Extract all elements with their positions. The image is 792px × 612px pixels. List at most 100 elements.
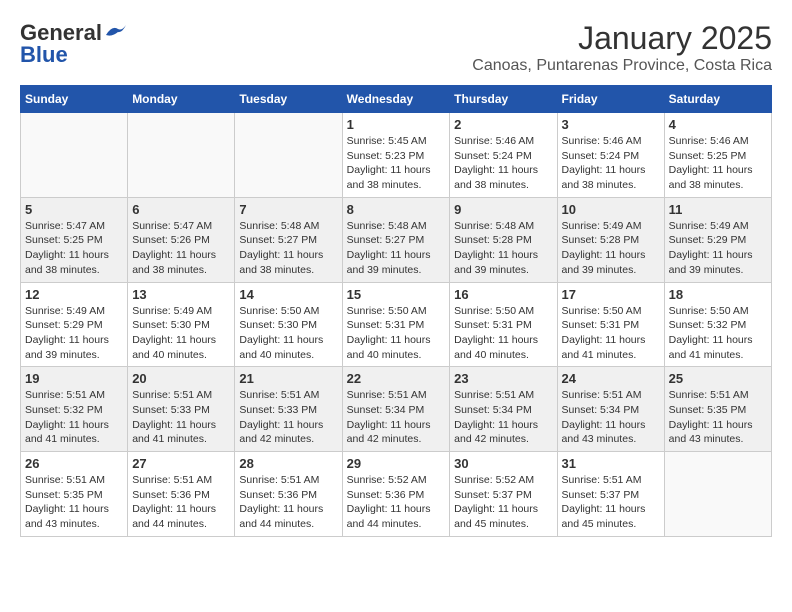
calendar-cell: 19 Sunrise: 5:51 AMSunset: 5:32 PMDayligh… xyxy=(21,367,128,452)
day-number: 21 xyxy=(239,371,337,386)
day-info: Sunrise: 5:46 AMSunset: 5:24 PMDaylight:… xyxy=(454,134,552,193)
calendar-cell: 29 Sunrise: 5:52 AMSunset: 5:36 PMDayligh… xyxy=(342,452,450,537)
day-number: 3 xyxy=(562,117,660,132)
calendar-cell: 11 Sunrise: 5:49 AMSunset: 5:29 PMDayligh… xyxy=(664,197,771,282)
day-info: Sunrise: 5:48 AMSunset: 5:27 PMDaylight:… xyxy=(239,219,337,278)
weekday-header-wednesday: Wednesday xyxy=(342,86,450,113)
weekday-header-thursday: Thursday xyxy=(450,86,557,113)
calendar-cell xyxy=(235,113,342,198)
day-info: Sunrise: 5:48 AMSunset: 5:27 PMDaylight:… xyxy=(347,219,446,278)
day-number: 5 xyxy=(25,202,123,217)
calendar-cell: 23Sunrise: 5:51 AMSunset: 5:34 PMDayligh… xyxy=(450,367,557,452)
day-info: Sunrise: 5:51 AMSunset: 5:32 PMDaylight:… xyxy=(25,388,123,447)
day-number: 26 xyxy=(25,456,123,471)
day-info: Sunrise: 5:50 AMSunset: 5:32 PMDaylight:… xyxy=(669,304,767,363)
calendar-cell xyxy=(664,452,771,537)
day-info: Sunrise: 5:49 AMSunset: 5:29 PMDaylight:… xyxy=(669,219,767,278)
weekday-header-saturday: Saturday xyxy=(664,86,771,113)
calendar-cell: 13Sunrise: 5:49 AMSunset: 5:30 PMDayligh… xyxy=(128,282,235,367)
calendar-cell: 18 Sunrise: 5:50 AMSunset: 5:32 PMDayligh… xyxy=(664,282,771,367)
day-info: Sunrise: 5:51 AMSunset: 5:36 PMDaylight:… xyxy=(132,473,230,532)
day-number: 17 xyxy=(562,287,660,302)
calendar-week-row: 12Sunrise: 5:49 AMSunset: 5:29 PMDayligh… xyxy=(21,282,772,367)
calendar-cell: 27 Sunrise: 5:51 AMSunset: 5:36 PMDayligh… xyxy=(128,452,235,537)
day-number: 18 xyxy=(669,287,767,302)
day-info: Sunrise: 5:50 AMSunset: 5:31 PMDaylight:… xyxy=(454,304,552,363)
logo-blue: Blue xyxy=(20,42,68,68)
weekday-header-row: SundayMondayTuesdayWednesdayThursdayFrid… xyxy=(21,86,772,113)
day-number: 20 xyxy=(132,371,230,386)
day-info: Sunrise: 5:51 AMSunset: 5:35 PMDaylight:… xyxy=(25,473,123,532)
day-info: Sunrise: 5:51 AMSunset: 5:33 PMDaylight:… xyxy=(132,388,230,447)
calendar-cell: 15Sunrise: 5:50 AMSunset: 5:31 PMDayligh… xyxy=(342,282,450,367)
day-info: Sunrise: 5:51 AMSunset: 5:37 PMDaylight:… xyxy=(562,473,660,532)
day-info: Sunrise: 5:45 AMSunset: 5:23 PMDaylight:… xyxy=(347,134,446,193)
day-info: Sunrise: 5:50 AMSunset: 5:30 PMDaylight:… xyxy=(239,304,337,363)
calendar-cell xyxy=(128,113,235,198)
day-number: 8 xyxy=(347,202,446,217)
day-number: 31 xyxy=(562,456,660,471)
weekday-header-monday: Monday xyxy=(128,86,235,113)
day-info: Sunrise: 5:51 AMSunset: 5:34 PMDaylight:… xyxy=(562,388,660,447)
day-info: Sunrise: 5:51 AMSunset: 5:35 PMDaylight:… xyxy=(669,388,767,447)
calendar-week-row: 26 Sunrise: 5:51 AMSunset: 5:35 PMDayligh… xyxy=(21,452,772,537)
calendar-cell: 24 Sunrise: 5:51 AMSunset: 5:34 PMDayligh… xyxy=(557,367,664,452)
day-number: 11 xyxy=(669,202,767,217)
day-number: 9 xyxy=(454,202,552,217)
calendar-cell: 17 Sunrise: 5:50 AMSunset: 5:31 PMDayligh… xyxy=(557,282,664,367)
day-info: Sunrise: 5:48 AMSunset: 5:28 PMDaylight:… xyxy=(454,219,552,278)
calendar-cell: 1Sunrise: 5:45 AMSunset: 5:23 PMDaylight… xyxy=(342,113,450,198)
calendar-table: SundayMondayTuesdayWednesdayThursdayFrid… xyxy=(20,85,772,537)
day-number: 7 xyxy=(239,202,337,217)
calendar-cell: 20 Sunrise: 5:51 AMSunset: 5:33 PMDayligh… xyxy=(128,367,235,452)
calendar-cell: 21 Sunrise: 5:51 AMSunset: 5:33 PMDayligh… xyxy=(235,367,342,452)
day-number: 19 xyxy=(25,371,123,386)
calendar-cell: 3Sunrise: 5:46 AMSunset: 5:24 PMDaylight… xyxy=(557,113,664,198)
calendar-title: January 2025 xyxy=(472,20,772,57)
calendar-cell: 7 Sunrise: 5:48 AMSunset: 5:27 PMDaylight… xyxy=(235,197,342,282)
day-info: Sunrise: 5:52 AMSunset: 5:36 PMDaylight:… xyxy=(347,473,446,532)
calendar-week-row: 1Sunrise: 5:45 AMSunset: 5:23 PMDaylight… xyxy=(21,113,772,198)
calendar-cell: 6Sunrise: 5:47 AMSunset: 5:26 PMDaylight… xyxy=(128,197,235,282)
day-number: 30 xyxy=(454,456,552,471)
day-number: 4 xyxy=(669,117,767,132)
day-number: 12 xyxy=(25,287,123,302)
day-number: 24 xyxy=(562,371,660,386)
day-number: 28 xyxy=(239,456,337,471)
day-number: 27 xyxy=(132,456,230,471)
calendar-cell: 25 Sunrise: 5:51 AMSunset: 5:35 PMDayligh… xyxy=(664,367,771,452)
calendar-subtitle: Canoas, Puntarenas Province, Costa Rica xyxy=(472,57,772,75)
day-number: 25 xyxy=(669,371,767,386)
day-number: 6 xyxy=(132,202,230,217)
day-number: 15 xyxy=(347,287,446,302)
day-number: 2 xyxy=(454,117,552,132)
day-number: 10 xyxy=(562,202,660,217)
calendar-cell: 12Sunrise: 5:49 AMSunset: 5:29 PMDayligh… xyxy=(21,282,128,367)
calendar-cell: 26 Sunrise: 5:51 AMSunset: 5:35 PMDayligh… xyxy=(21,452,128,537)
weekday-header-sunday: Sunday xyxy=(21,86,128,113)
logo: General Blue xyxy=(20,20,126,68)
page-header: General Blue January 2025 Canoas, Puntar… xyxy=(20,20,772,75)
day-info: Sunrise: 5:51 AMSunset: 5:34 PMDaylight:… xyxy=(347,388,446,447)
calendar-cell xyxy=(21,113,128,198)
day-number: 29 xyxy=(347,456,446,471)
logo-bird-icon xyxy=(104,23,126,39)
calendar-cell: 8 Sunrise: 5:48 AMSunset: 5:27 PMDaylight… xyxy=(342,197,450,282)
day-number: 14 xyxy=(239,287,337,302)
day-info: Sunrise: 5:50 AMSunset: 5:31 PMDaylight:… xyxy=(562,304,660,363)
day-info: Sunrise: 5:47 AMSunset: 5:25 PMDaylight:… xyxy=(25,219,123,278)
calendar-cell: 9 Sunrise: 5:48 AMSunset: 5:28 PMDaylight… xyxy=(450,197,557,282)
day-info: Sunrise: 5:49 AMSunset: 5:28 PMDaylight:… xyxy=(562,219,660,278)
calendar-cell: 22Sunrise: 5:51 AMSunset: 5:34 PMDayligh… xyxy=(342,367,450,452)
calendar-cell: 28Sunrise: 5:51 AMSunset: 5:36 PMDayligh… xyxy=(235,452,342,537)
day-info: Sunrise: 5:51 AMSunset: 5:34 PMDaylight:… xyxy=(454,388,552,447)
weekday-header-tuesday: Tuesday xyxy=(235,86,342,113)
calendar-cell: 5 Sunrise: 5:47 AMSunset: 5:25 PMDaylight… xyxy=(21,197,128,282)
weekday-header-friday: Friday xyxy=(557,86,664,113)
calendar-cell: 14 Sunrise: 5:50 AMSunset: 5:30 PMDayligh… xyxy=(235,282,342,367)
day-info: Sunrise: 5:49 AMSunset: 5:30 PMDaylight:… xyxy=(132,304,230,363)
calendar-cell: 2 Sunrise: 5:46 AMSunset: 5:24 PMDaylight… xyxy=(450,113,557,198)
day-info: Sunrise: 5:51 AMSunset: 5:33 PMDaylight:… xyxy=(239,388,337,447)
calendar-week-row: 5 Sunrise: 5:47 AMSunset: 5:25 PMDaylight… xyxy=(21,197,772,282)
calendar-cell: 30Sunrise: 5:52 AMSunset: 5:37 PMDayligh… xyxy=(450,452,557,537)
